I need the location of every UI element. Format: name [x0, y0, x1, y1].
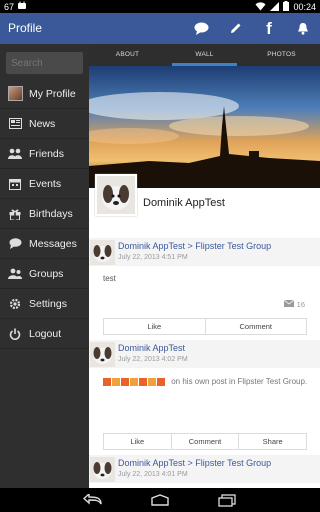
- post-author-link[interactable]: Dominik AppTest: [118, 343, 185, 353]
- chat-icon: [8, 237, 22, 251]
- friends-icon: [8, 147, 22, 161]
- feed-post: Dominik AppTest > Flipster Test Group Ju…: [89, 455, 320, 488]
- tab-about[interactable]: ABOUT: [89, 44, 166, 66]
- search-input[interactable]: [6, 52, 83, 74]
- envelope-icon: [283, 299, 294, 309]
- post-text-block: on his own post in Flipster Test Group.: [103, 376, 308, 388]
- android-notification-icon: [17, 1, 27, 12]
- post-author-link[interactable]: Dominik AppTest > Flipster Test Group: [118, 241, 271, 251]
- gear-icon: [8, 297, 22, 311]
- sidebar-item-birthdays[interactable]: Birthdays: [0, 199, 89, 229]
- profile-header: Dominik AppTest: [89, 174, 320, 238]
- share-button[interactable]: Share: [239, 434, 306, 449]
- comment-count: 16: [283, 299, 305, 309]
- sidebar-item-logout[interactable]: Logout: [0, 319, 89, 349]
- power-icon: [8, 327, 22, 341]
- chat-icon[interactable]: [184, 13, 218, 44]
- sidebar-item-label: Logout: [29, 327, 62, 340]
- sidebar-nav: My Profile News Friends Events Birthdays: [0, 79, 89, 349]
- recent-apps-icon[interactable]: [216, 492, 238, 508]
- sidebar-item-label: Settings: [29, 297, 67, 310]
- sidebar-item-groups[interactable]: Groups: [0, 259, 89, 289]
- sidebar-item-events[interactable]: Events: [0, 169, 89, 199]
- main-content: ABOUT WALL PHOTOS Dominik AppTest Domini…: [89, 44, 320, 488]
- author-avatar[interactable]: [90, 342, 115, 367]
- status-text: 67: [4, 1, 15, 12]
- like-button[interactable]: Like: [104, 319, 206, 334]
- clock: 00:24: [293, 2, 316, 12]
- calendar-icon: [8, 177, 22, 191]
- sidebar-item-settings[interactable]: Settings: [0, 289, 89, 319]
- signal-icon: [270, 1, 280, 13]
- sidebar-item-label: My Profile: [29, 87, 76, 100]
- news-icon: [8, 117, 22, 131]
- facebook-icon[interactable]: f: [252, 13, 286, 44]
- post-text: on his own post in Flipster Test Group.: [171, 377, 308, 386]
- feed-post: Dominik AppTest July 22, 2013 4:02 PM on…: [89, 340, 320, 455]
- bell-icon[interactable]: [286, 13, 320, 44]
- like-button[interactable]: Like: [104, 434, 172, 449]
- tab-wall[interactable]: WALL: [166, 44, 243, 66]
- back-icon[interactable]: [82, 492, 104, 508]
- post-date: July 22, 2013 4:51 PM: [118, 254, 188, 261]
- profile-name: Dominik AppTest: [143, 197, 225, 209]
- post-actions: Like Comment: [103, 318, 307, 335]
- page-title: Profile: [8, 21, 43, 35]
- cover-photo: [89, 66, 320, 188]
- comment-count-value: 16: [296, 300, 305, 309]
- sidebar: My Profile News Friends Events Birthdays: [0, 44, 89, 488]
- sidebar-item-friends[interactable]: Friends: [0, 139, 89, 169]
- post-header: Dominik AppTest > Flipster Test Group Ju…: [89, 238, 320, 266]
- sidebar-item-label: Messages: [29, 237, 77, 250]
- sidebar-item-label: Groups: [29, 267, 64, 280]
- tab-photos[interactable]: PHOTOS: [243, 44, 320, 66]
- post-header: Dominik AppTest > Flipster Test Group Ju…: [89, 455, 320, 483]
- comment-button[interactable]: Comment: [206, 319, 307, 334]
- tab-bar: ABOUT WALL PHOTOS: [89, 44, 320, 66]
- post-header: Dominik AppTest July 22, 2013 4:02 PM: [89, 340, 320, 368]
- comment-button[interactable]: Comment: [172, 434, 240, 449]
- sidebar-item-my-profile[interactable]: My Profile: [0, 79, 89, 109]
- pencil-icon[interactable]: [218, 13, 252, 44]
- sidebar-item-label: News: [29, 117, 56, 130]
- system-nav-bar: [0, 488, 320, 512]
- profile-picture[interactable]: [95, 174, 137, 216]
- sidebar-item-news[interactable]: News: [0, 109, 89, 139]
- status-bar: 67 00:24: [0, 0, 320, 13]
- post-author-link[interactable]: Dominik AppTest > Flipster Test Group: [118, 458, 271, 468]
- app-bar: Profile f: [0, 13, 320, 44]
- home-icon[interactable]: [149, 492, 171, 508]
- sidebar-item-label: Friends: [29, 147, 65, 160]
- post-text: test: [103, 274, 116, 283]
- battery-icon: [283, 1, 290, 13]
- sidebar-item-label: Birthdays: [29, 207, 73, 220]
- groups-icon: [8, 267, 22, 281]
- gift-icon: [8, 207, 22, 221]
- avatar: [8, 86, 23, 101]
- author-avatar[interactable]: [90, 240, 115, 265]
- wifi-icon: [255, 1, 266, 13]
- author-avatar[interactable]: [90, 457, 115, 482]
- feed-post: Dominik AppTest > Flipster Test Group Ju…: [89, 238, 320, 340]
- emoji-badges: [103, 377, 165, 386]
- sidebar-item-messages[interactable]: Messages: [0, 229, 89, 259]
- post-date: July 22, 2013 4:01 PM: [118, 471, 188, 478]
- post-actions: Like Comment Share: [103, 433, 307, 450]
- post-date: July 22, 2013 4:02 PM: [118, 356, 188, 363]
- sidebar-item-label: Events: [29, 177, 62, 190]
